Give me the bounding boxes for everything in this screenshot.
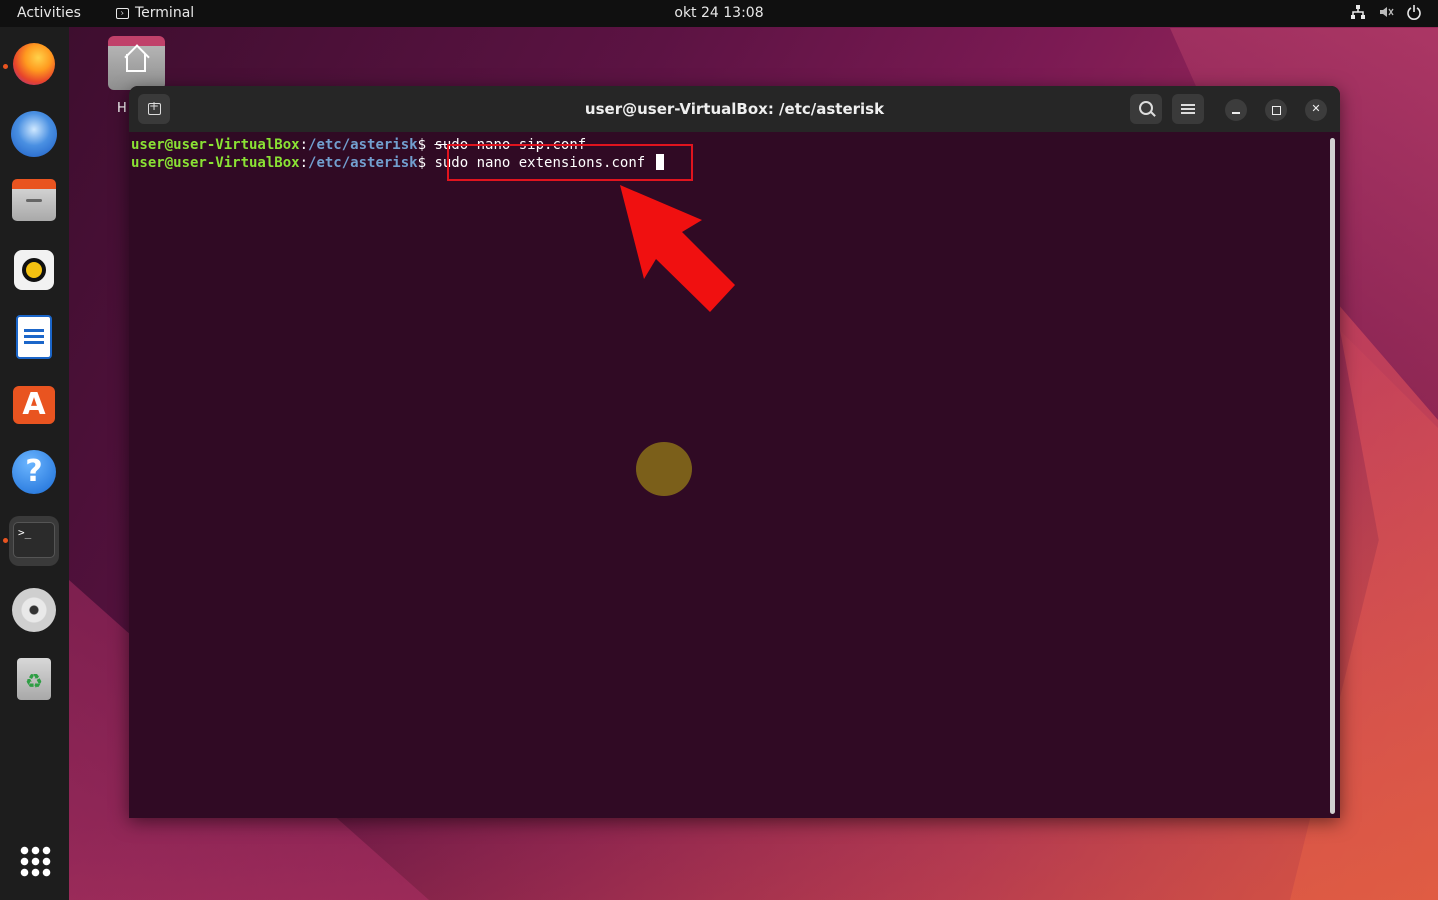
home-folder-label: H (117, 101, 127, 116)
running-indicator (3, 538, 8, 543)
home-folder-icon[interactable] (108, 36, 165, 90)
dvd-drive-icon[interactable] (9, 585, 59, 635)
terminal-line: user@user-VirtualBox:/etc/asterisk$ sudo… (131, 154, 1324, 172)
prompt-user: user@user-VirtualBox (131, 137, 300, 153)
hamburger-menu-icon[interactable] (1172, 94, 1204, 124)
volume-muted-icon[interactable] (1378, 4, 1394, 20)
prompt-separator: : (299, 155, 309, 171)
terminal-icon[interactable]: >_ (9, 516, 59, 566)
dock: A ? >_ ♻ (0, 27, 69, 900)
close-icon[interactable] (1305, 99, 1327, 121)
prompt-path: /etc/asterisk (308, 137, 418, 153)
clock[interactable]: okt 24 13:08 (0, 5, 1438, 21)
top-bar: Activities Terminal okt 24 13:08 (0, 0, 1438, 27)
minimize-icon[interactable] (1225, 99, 1247, 121)
prompt-separator: : (299, 137, 309, 153)
trash-icon[interactable]: ♻ (9, 654, 59, 704)
annotation-arrow-icon (620, 185, 735, 312)
libreoffice-writer-icon[interactable] (9, 312, 59, 362)
prompt-user: user@user-VirtualBox (131, 155, 300, 171)
firefox-icon[interactable] (9, 40, 59, 90)
ubuntu-software-icon[interactable]: A (9, 380, 59, 430)
window-header-bar[interactable]: user@user-VirtualBox: /etc/asterisk (129, 86, 1340, 132)
thunderbird-icon[interactable] (9, 108, 59, 158)
terminal-line: user@user-VirtualBox:/etc/asterisk$ sudo… (131, 136, 1324, 154)
click-indicator (636, 442, 692, 496)
prompt-symbol: $ (417, 137, 435, 153)
network-icon[interactable] (1350, 4, 1366, 20)
scrollbar[interactable] (1330, 138, 1335, 814)
search-icon[interactable] (1130, 94, 1162, 124)
rhythmbox-icon[interactable] (9, 245, 59, 295)
power-icon[interactable] (1406, 4, 1422, 20)
running-indicator (3, 64, 8, 69)
annotation-highlight-box (447, 144, 693, 181)
show-applications-icon[interactable] (9, 835, 59, 885)
system-tray[interactable] (1350, 4, 1422, 20)
files-icon[interactable] (9, 177, 59, 227)
prompt-symbol: $ (417, 155, 435, 171)
maximize-icon[interactable] (1265, 99, 1287, 121)
help-icon[interactable]: ? (9, 447, 59, 497)
prompt-path: /etc/asterisk (308, 155, 418, 171)
